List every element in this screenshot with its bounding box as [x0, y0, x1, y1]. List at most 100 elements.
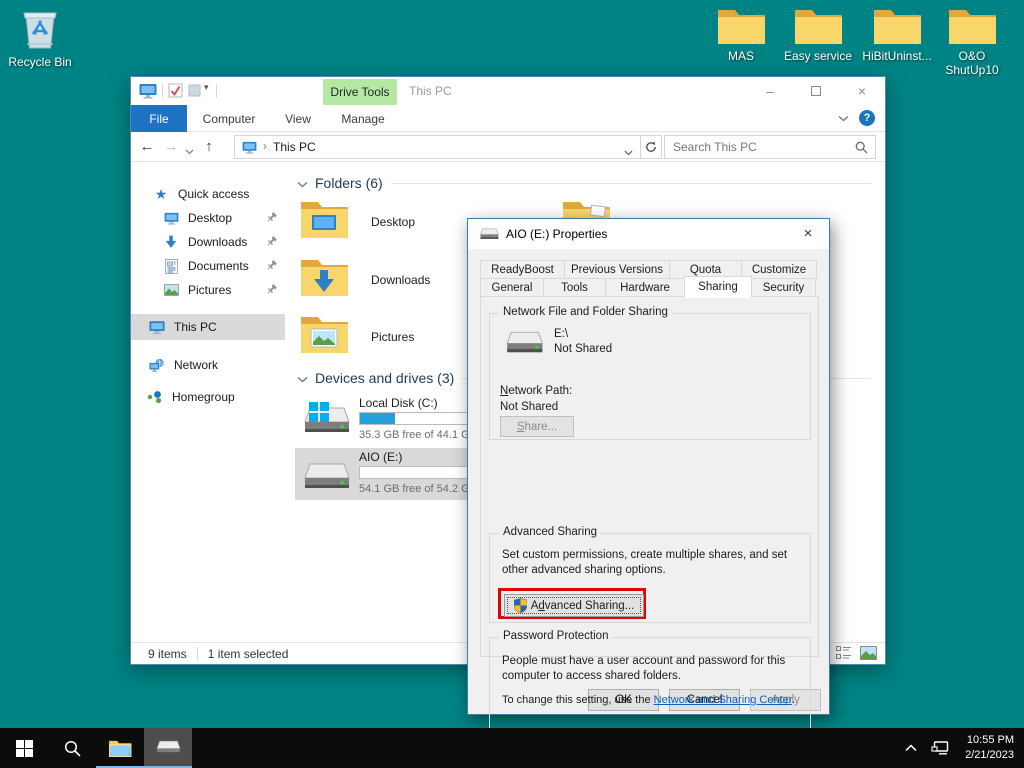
- tab-tools[interactable]: Tools: [543, 278, 606, 297]
- desktop-icon-label: Easy service: [780, 49, 856, 63]
- dialog-close-button[interactable]: ×: [791, 219, 825, 247]
- this-pc-icon: [242, 141, 257, 154]
- drive-icon: [478, 228, 500, 241]
- recent-locations-chevron-icon[interactable]: [185, 144, 194, 158]
- desktop-icon: [163, 212, 179, 225]
- search-icon: [64, 740, 81, 757]
- desktop-icon-oo-shutup10[interactable]: O&O ShutUp10: [937, 6, 1007, 77]
- expand-ribbon-chevron-icon[interactable]: [838, 111, 849, 125]
- pin-icon: [266, 236, 277, 250]
- address-dropdown-chevron-icon[interactable]: [624, 145, 633, 159]
- sidebar-item-downloads[interactable]: Downloads: [131, 230, 291, 254]
- search-icon[interactable]: [855, 141, 868, 157]
- search-box[interactable]: [664, 135, 876, 159]
- pin-icon: [266, 284, 277, 298]
- sidebar-item-pictures[interactable]: Pictures: [131, 278, 291, 302]
- up-button[interactable]: ↑: [199, 136, 219, 158]
- quick-access-dropdown-icon[interactable]: ▾: [204, 82, 209, 93]
- network-sharing-groupbox: Network File and Folder Sharing E:\ Not …: [489, 313, 811, 440]
- close-icon: ×: [804, 225, 813, 242]
- pin-icon: [266, 212, 277, 226]
- windows-logo-icon: [16, 740, 33, 757]
- taskbar-search-button[interactable]: [48, 728, 96, 768]
- sidebar-item-desktop[interactable]: Desktop: [131, 206, 291, 230]
- folder-icon: [299, 198, 349, 240]
- refresh-icon: [645, 141, 657, 153]
- folder-icon: [937, 6, 1007, 46]
- quick-access-check-icon[interactable]: [168, 83, 183, 101]
- breadcrumb[interactable]: This PC: [273, 140, 316, 154]
- tab-sharing[interactable]: Sharing: [684, 276, 752, 298]
- drive-icon: [301, 400, 351, 440]
- tray-chevron-up-icon[interactable]: [905, 744, 917, 752]
- tab-previous-versions[interactable]: Previous Versions: [564, 260, 670, 279]
- explorer-titlebar[interactable]: ▾ Drive Tools This PC – ×: [131, 77, 885, 105]
- network-tray-icon[interactable]: [931, 741, 949, 756]
- folder-icon: [859, 6, 935, 46]
- tab-file[interactable]: File: [131, 105, 187, 132]
- clock-date: 2/21/2023: [965, 748, 1014, 763]
- collapse-chevron-icon[interactable]: [297, 370, 308, 386]
- pictures-icon: [163, 284, 179, 296]
- taskbar-clock[interactable]: 10:55 PM 2/21/2023: [965, 733, 1014, 763]
- tab-security[interactable]: Security: [751, 278, 816, 297]
- tab-readyboost[interactable]: ReadyBoost: [480, 260, 565, 279]
- desktop-icon-label: O&O ShutUp10: [937, 49, 1007, 77]
- taskbar-file-explorer-button[interactable]: [96, 728, 144, 768]
- sidebar-item-documents[interactable]: Documents: [131, 254, 291, 278]
- drive-icon: [504, 330, 544, 357]
- folder-icon: [780, 6, 856, 46]
- search-input[interactable]: [673, 138, 845, 156]
- taskbar-drive-properties-button[interactable]: [144, 728, 192, 768]
- clock-time: 10:55 PM: [965, 733, 1014, 748]
- drive-icon: [301, 456, 351, 496]
- network-sharing-center-link[interactable]: Network and Sharing Center: [654, 694, 792, 706]
- quick-access-folder-icon[interactable]: [188, 84, 201, 100]
- sidebar-item-network[interactable]: Network: [131, 353, 291, 377]
- tab-view[interactable]: View: [271, 105, 325, 132]
- advanced-sharing-groupbox: Advanced Sharing Set custom permissions,…: [489, 533, 811, 623]
- sidebar-item-homegroup[interactable]: Homegroup: [131, 385, 291, 409]
- collapse-chevron-icon[interactable]: [297, 175, 308, 191]
- back-button[interactable]: ←: [137, 136, 157, 158]
- tab-customize[interactable]: Customize: [741, 260, 817, 279]
- drive-path: E:\: [554, 327, 568, 342]
- share-button[interactable]: Share...: [500, 416, 574, 437]
- password-protection-groupbox: Password Protection People must have a u…: [489, 637, 811, 729]
- this-pc-icon: [149, 320, 165, 335]
- downloads-icon: [163, 235, 179, 249]
- desktop-icon-easy-service[interactable]: Easy service: [780, 6, 856, 63]
- this-pc-icon: [139, 83, 157, 102]
- advanced-sharing-button[interactable]: Advanced Sharing...: [504, 594, 644, 617]
- sidebar-item-quick-access[interactable]: ★ Quick access: [131, 182, 291, 206]
- dialog-titlebar[interactable]: AIO (E:) Properties ×: [468, 219, 829, 249]
- folder-icon: [703, 6, 779, 46]
- tab-manage[interactable]: Manage: [329, 105, 397, 132]
- desktop-icon-hibituninstaller[interactable]: HiBitUninst...: [859, 6, 935, 63]
- sharing-tab-page: Network File and Folder Sharing E:\ Not …: [480, 296, 819, 657]
- desktop-icon-recycle-bin[interactable]: Recycle Bin: [8, 6, 72, 69]
- address-toolbar: ← → ↑ › This PC: [131, 132, 885, 162]
- thumbnail-view-icon[interactable]: [860, 646, 877, 663]
- tab-computer[interactable]: Computer: [191, 105, 267, 132]
- details-view-icon[interactable]: [836, 646, 852, 663]
- minimize-button[interactable]: –: [747, 77, 793, 105]
- sidebar-item-this-pc[interactable]: This PC: [131, 314, 285, 340]
- maximize-button[interactable]: [793, 77, 839, 105]
- start-button[interactable]: [0, 728, 48, 768]
- address-bar[interactable]: › This PC: [234, 135, 662, 159]
- refresh-button[interactable]: [640, 136, 661, 158]
- close-button[interactable]: ×: [839, 77, 885, 105]
- forward-button[interactable]: →: [161, 136, 181, 158]
- group-header-folders[interactable]: Folders (6): [297, 173, 871, 193]
- pin-icon: [266, 260, 277, 274]
- help-icon[interactable]: ?: [859, 110, 875, 126]
- recycle-bin-icon: [8, 6, 72, 52]
- desktop-icon-mas[interactable]: MAS: [703, 6, 779, 63]
- password-protection-description: People must have a user account and pass…: [502, 654, 802, 684]
- tab-hardware[interactable]: Hardware: [605, 278, 685, 297]
- drive-share-state: Not Shared: [554, 342, 612, 357]
- tab-general[interactable]: General: [480, 278, 544, 297]
- separator: [162, 84, 163, 98]
- drive-tools-contextual-tab[interactable]: Drive Tools: [323, 79, 397, 105]
